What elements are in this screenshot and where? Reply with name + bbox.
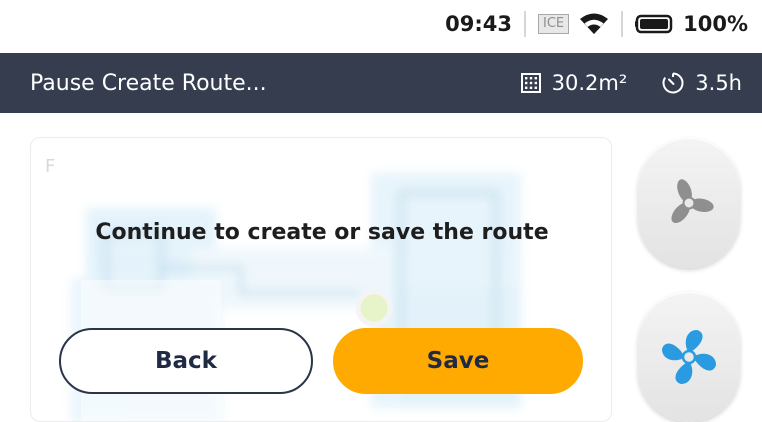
time-metric: 3.5h <box>661 71 742 95</box>
back-button[interactable]: Back <box>59 328 313 394</box>
wifi-icon <box>580 13 609 34</box>
area-value: 30.2m² <box>551 71 628 95</box>
fan-toggle-off-button[interactable] <box>638 138 740 268</box>
network-badge: ICE <box>537 14 570 34</box>
clock: 09:43 <box>445 12 512 36</box>
area-icon <box>520 73 541 93</box>
page-title: Pause Create Route... <box>30 70 267 96</box>
battery-icon <box>635 14 673 34</box>
fan-off-icon <box>671 179 714 224</box>
dialog-message: Continue to create or save the route <box>95 220 549 245</box>
status-divider <box>621 11 624 37</box>
area-metric: 30.2m² <box>520 71 628 95</box>
route-map-card: F Continue to create or save the route B… <box>30 137 612 422</box>
screen: 09:43 ICE 100% Pause Create Route... 30.… <box>0 0 762 422</box>
fan-toggle-on-button[interactable] <box>638 292 740 422</box>
header-bar: Pause Create Route... 30.2m² 3.5h <box>0 53 762 113</box>
timer-icon <box>662 72 684 94</box>
time-value: 3.5h <box>695 71 742 95</box>
floor-label: F <box>45 156 56 177</box>
status-divider <box>523 11 526 37</box>
status-bar: 09:43 ICE 100% <box>0 0 762 48</box>
fan-on-icon <box>662 330 716 384</box>
save-button[interactable]: Save <box>333 328 583 394</box>
battery-level: 100% <box>683 12 748 36</box>
